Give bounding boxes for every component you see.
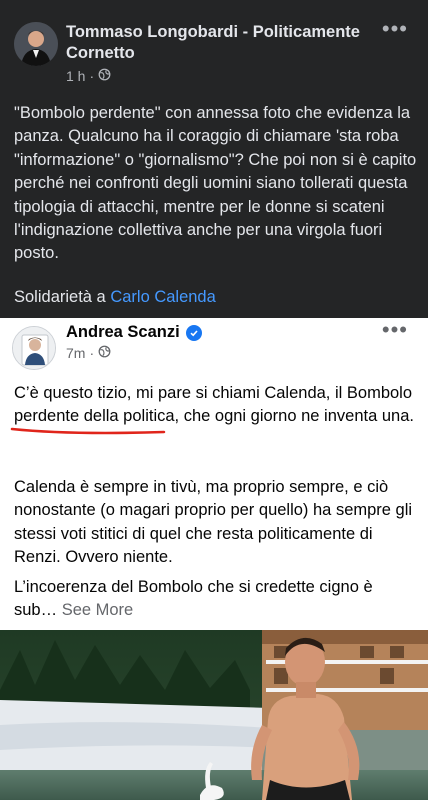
solidarity-line: Solidarietà a Carlo Calenda bbox=[14, 287, 216, 307]
solidarity-prefix: Solidarietà a bbox=[14, 288, 111, 306]
para1-end: della politica, che ogni giorno ne inven… bbox=[79, 407, 414, 426]
outer-post-meta: 1 h · bbox=[66, 68, 111, 84]
carlo-calenda-link[interactable]: Carlo Calenda bbox=[110, 288, 215, 306]
shared-author-avatar[interactable] bbox=[12, 326, 56, 370]
red-underline-mark bbox=[10, 427, 166, 435]
shared-post-time[interactable]: 7m bbox=[66, 345, 85, 361]
para1-start: C’è questo tizio, mi pare si chiami Cale… bbox=[14, 384, 347, 402]
more-options-icon[interactable]: ••• bbox=[382, 319, 408, 341]
shared-paragraph-2: Calenda è sempre in tivù, ma proprio sem… bbox=[14, 478, 413, 567]
globe-icon bbox=[98, 345, 111, 361]
meta-separator: · bbox=[89, 68, 95, 84]
shared-author-name[interactable]: Andrea Scanzi bbox=[66, 323, 180, 342]
see-more-link[interactable]: See More bbox=[57, 601, 134, 619]
verified-badge-icon bbox=[185, 324, 202, 341]
outer-author-avatar[interactable] bbox=[14, 22, 58, 66]
shared-post-meta: 7m · bbox=[66, 345, 111, 361]
shared-paragraph-3: L’incoerenza del Bombolo che si credette… bbox=[14, 576, 420, 623]
globe-icon bbox=[98, 68, 111, 84]
more-options-icon[interactable]: ••• bbox=[382, 18, 408, 40]
outer-author-name[interactable]: Tommaso Longobardi - Politicamente Corne… bbox=[66, 22, 376, 64]
shared-paragraph-1: C’è questo tizio, mi pare si chiami Cale… bbox=[14, 382, 420, 429]
outer-post-time[interactable]: 1 h bbox=[66, 68, 85, 84]
meta-separator: · bbox=[89, 345, 95, 361]
outer-post-text: "Bombolo perdente" con annessa foto che … bbox=[14, 104, 417, 263]
shared-post: Andrea Scanzi ••• 7m · C’è questo tizio,… bbox=[0, 318, 428, 630]
outer-post: Tommaso Longobardi - Politicamente Corne… bbox=[0, 0, 428, 318]
post-photo[interactable] bbox=[0, 630, 428, 800]
shared-author: Andrea Scanzi bbox=[66, 323, 202, 342]
